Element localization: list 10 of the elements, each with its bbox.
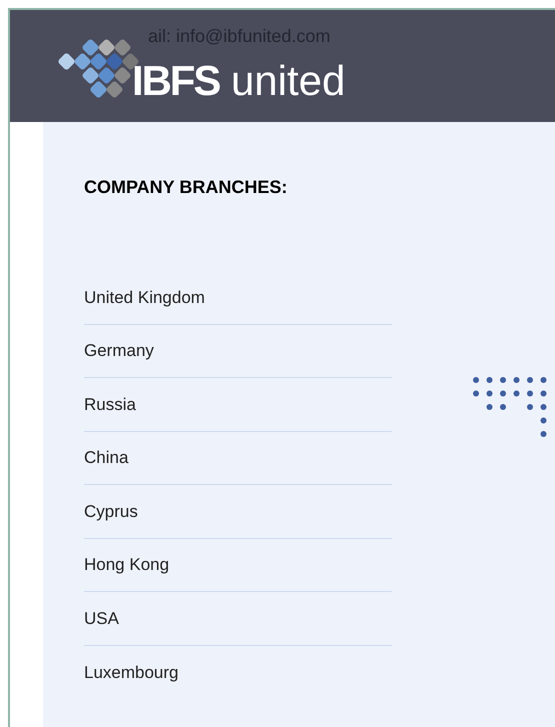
branch-link[interactable]: Hong Kong [84, 552, 170, 578]
branch-link[interactable]: United Kingdom [84, 284, 205, 310]
branch-link[interactable]: Russia [84, 392, 136, 417]
branch-link[interactable]: USA [84, 606, 119, 631]
branch-link[interactable]: Cyprus [84, 498, 138, 524]
branch-link[interactable]: China [84, 445, 128, 470]
branch-link[interactable]: Germany [84, 338, 154, 364]
branch-link[interactable]: Luxembourg [84, 660, 179, 685]
section-heading: COMPANY BRANCHES: [84, 176, 288, 199]
logo-text: IBFS united [132, 60, 346, 102]
